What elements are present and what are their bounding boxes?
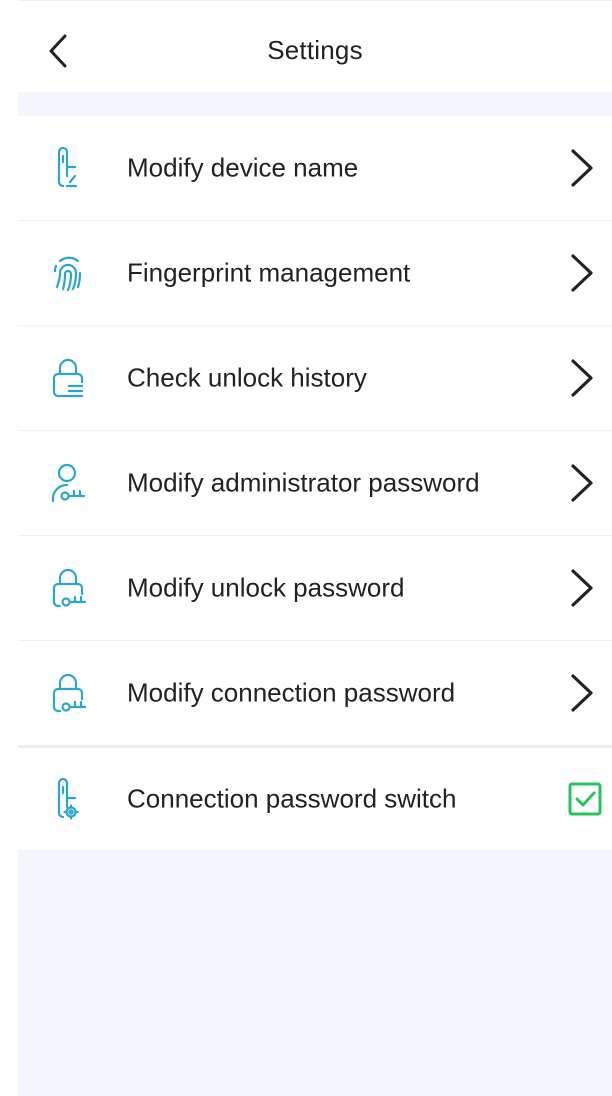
chevron-right-icon bbox=[567, 568, 597, 608]
page-title: Settings bbox=[267, 35, 363, 65]
connection-password-checkbox[interactable] bbox=[568, 782, 602, 816]
checkbox-checked-icon bbox=[568, 782, 602, 816]
settings-screen: Settings Modify device name Fingerprint … bbox=[18, 0, 612, 1096]
chevron-right-icon bbox=[567, 148, 597, 188]
settings-list: Modify device name Fingerprint managemen… bbox=[18, 116, 612, 850]
settings-item-label: Modify unlock password bbox=[127, 572, 405, 603]
chevron-right-icon bbox=[567, 253, 597, 293]
settings-item-label: Fingerprint management bbox=[127, 257, 411, 288]
settings-item-check-unlock-history[interactable]: Check unlock history bbox=[18, 326, 612, 431]
lock-list-icon bbox=[48, 356, 88, 400]
settings-item-label: Connection password switch bbox=[127, 783, 457, 814]
lock-gear-icon bbox=[48, 777, 88, 821]
lock-key-icon bbox=[48, 566, 88, 610]
lock-edit-icon bbox=[48, 146, 88, 190]
settings-item-modify-device-name[interactable]: Modify device name bbox=[18, 116, 612, 221]
chevron-right-icon bbox=[567, 463, 597, 503]
top-bar: Settings bbox=[18, 0, 612, 92]
settings-item-label: Check unlock history bbox=[127, 362, 367, 393]
settings-item-fingerprint-management[interactable]: Fingerprint management bbox=[18, 221, 612, 326]
settings-item-modify-unlock-password[interactable]: Modify unlock password bbox=[18, 536, 612, 641]
left-edge bbox=[0, 0, 18, 1096]
user-key-icon bbox=[48, 461, 88, 505]
lock-key-icon bbox=[48, 671, 88, 715]
settings-item-label: Modify connection password bbox=[127, 677, 456, 708]
settings-item-modify-administrator-password[interactable]: Modify administrator password bbox=[18, 431, 612, 536]
fingerprint-icon bbox=[48, 251, 88, 295]
settings-item-label: Modify device name bbox=[127, 152, 359, 183]
settings-item-modify-connection-password[interactable]: Modify connection password bbox=[18, 641, 612, 746]
chevron-right-icon bbox=[567, 673, 597, 713]
settings-item-label: Modify administrator password bbox=[127, 467, 480, 498]
chevron-right-icon bbox=[567, 358, 597, 398]
settings-item-connection-password-switch: Connection password switch bbox=[18, 746, 612, 850]
